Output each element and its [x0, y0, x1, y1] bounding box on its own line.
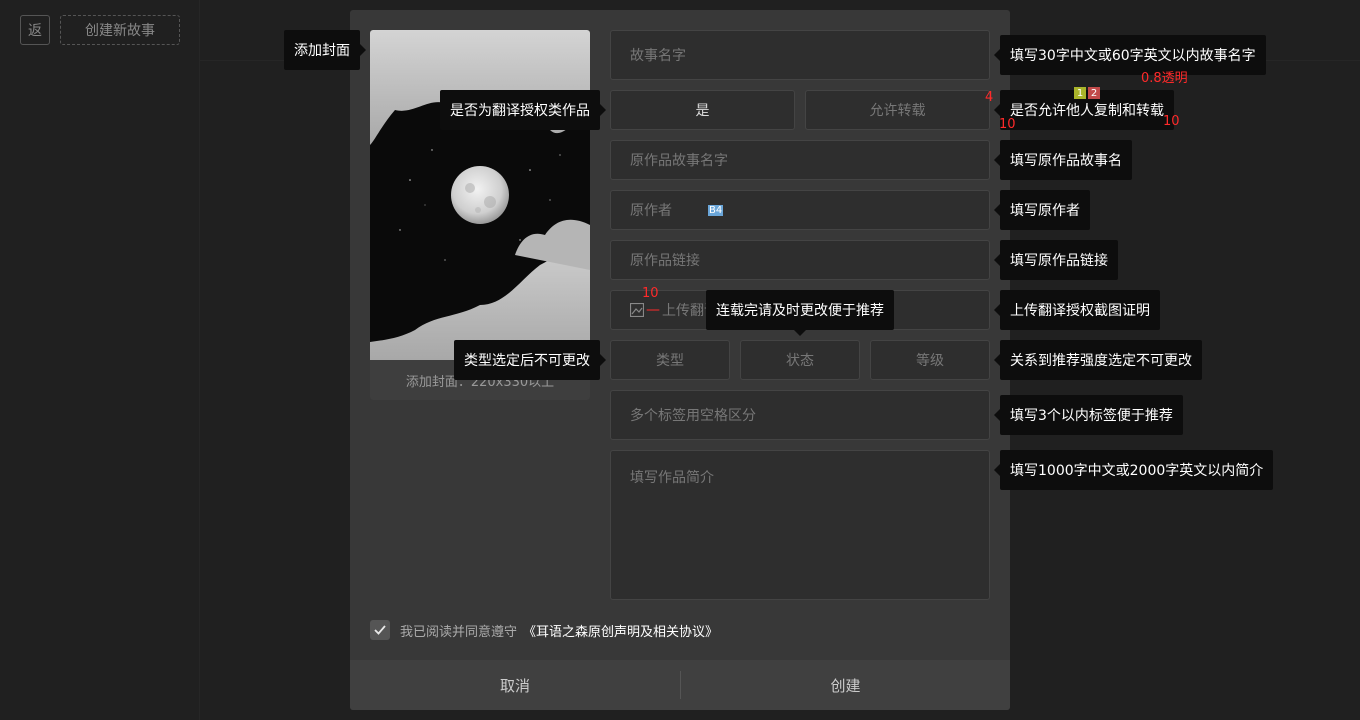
sidebar-divider	[199, 0, 200, 720]
agreement-text: 我已阅读并同意遵守 《耳语之森原创声明及相关协议》	[400, 620, 718, 640]
selection-badge: B4	[708, 204, 724, 216]
type-select[interactable]: 类型	[610, 340, 730, 380]
cancel-button[interactable]: 取消	[350, 660, 680, 710]
original-link-input[interactable]: 原作品链接	[610, 240, 990, 280]
tooltip-type: 类型选定后不可更改	[454, 340, 606, 380]
tooltip-level: 关系到推荐强度选定不可更改	[994, 340, 1202, 380]
agree-checkbox[interactable]	[370, 620, 390, 640]
tooltip-is-translation: 是否为翻译授权类作品	[440, 90, 606, 130]
cover-image	[370, 30, 590, 360]
dash-mark: —	[646, 302, 660, 318]
annotation-num-4: 4	[985, 90, 994, 105]
annotation-opacity: 0.8透明	[1141, 71, 1188, 86]
tooltip-original-author: 填写原作者	[994, 190, 1090, 230]
annotation-num-10-b: 10	[1163, 114, 1180, 129]
original-author-placeholder: 原作者	[630, 203, 672, 219]
annotation-badge-2: 2	[1088, 87, 1100, 99]
intro-textarea[interactable]: 填写作品简介	[610, 450, 990, 600]
tooltip-original-link: 填写原作品链接	[994, 240, 1118, 280]
tooltip-story-name: 填写30字中文或60字英文以内故事名字	[994, 35, 1266, 75]
agreement-link[interactable]: 《耳语之森原创声明及相关协议》	[523, 621, 718, 640]
tags-input[interactable]: 多个标签用空格区分	[610, 390, 990, 440]
tooltip-upload: 上传翻译授权截图证明	[994, 290, 1160, 330]
original-name-input[interactable]: 原作品故事名字	[610, 140, 990, 180]
tooltip-intro: 填写1000字中文或2000字英文以内简介	[993, 450, 1274, 490]
tooltip-status: 连载完请及时更改便于推荐	[706, 290, 894, 336]
story-name-input[interactable]: 故事名字	[610, 30, 990, 80]
translation-yes-button[interactable]: 是	[610, 90, 795, 130]
tooltip-tags: 填写3个以内标签便于推荐	[994, 395, 1183, 435]
create-story-button[interactable]: 创建新故事	[60, 15, 180, 45]
original-author-input[interactable]: 原作者 B4	[610, 190, 990, 230]
annotation-badge-1: 1	[1074, 87, 1086, 99]
tooltip-repost: 是否允许他人复制和转载	[994, 90, 1174, 130]
annotation-num-10-a: 10	[999, 117, 1016, 132]
back-button[interactable]: 返	[20, 15, 50, 45]
create-button[interactable]: 创建	[681, 660, 1010, 710]
tooltip-original-name: 填写原作品故事名	[994, 140, 1132, 180]
check-icon	[374, 625, 386, 635]
tooltip-add-cover: 添加封面	[284, 30, 366, 70]
image-icon	[630, 303, 644, 317]
agreement-label: 我已阅读并同意遵守	[400, 624, 518, 640]
annotation-num-10-c: 10	[642, 286, 659, 301]
allow-repost-button[interactable]: 允许转载	[805, 90, 990, 130]
status-select[interactable]: 状态	[740, 340, 860, 380]
level-select[interactable]: 等级	[870, 340, 990, 380]
